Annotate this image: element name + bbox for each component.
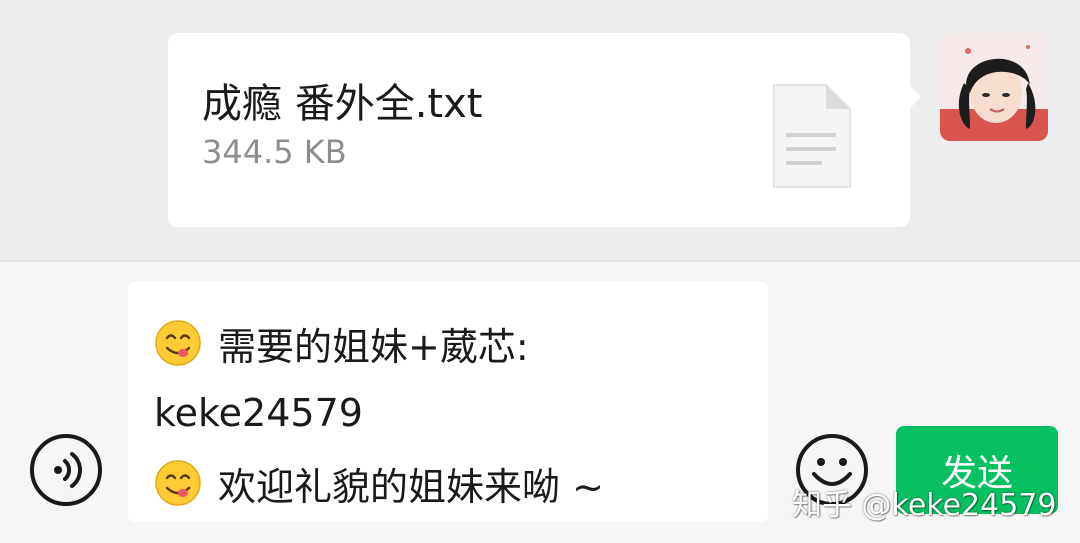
input-line-text: 欢迎礼貌的姐妹来呦 ~: [218, 464, 604, 509]
input-panel: 需要的姐妹+葳芯: keke24579 欢迎礼貌的姐妹来呦 ~ 发送 知乎 @k…: [0, 260, 1080, 543]
input-line: 需要的姐妹+葳芯:: [154, 308, 744, 378]
voice-icon: [54, 452, 82, 488]
avatar[interactable]: [940, 33, 1048, 141]
send-button[interactable]: 发送: [896, 426, 1058, 514]
emoji-icon: [796, 434, 868, 506]
voice-button[interactable]: [30, 434, 102, 506]
file-size: 344.5 KB: [202, 133, 347, 171]
file-name: 成瘾 番外全.txt: [202, 81, 483, 127]
yum-emoji-icon: [155, 320, 201, 366]
input-line-text: keke24579: [154, 391, 363, 435]
message-input[interactable]: 需要的姐妹+葳芯: keke24579 欢迎礼貌的姐妹来呦 ~: [128, 282, 768, 522]
input-line-text: 需要的姐妹+葳芯:: [218, 324, 529, 369]
file-message-bubble[interactable]: 成瘾 番外全.txt 344.5 KB: [168, 33, 921, 227]
yum-emoji-icon: [155, 460, 201, 506]
input-line: keke24579: [154, 378, 744, 448]
avatar-image: [940, 33, 1048, 141]
chat-area: 成瘾 番外全.txt 344.5 KB: [0, 0, 1080, 260]
input-line: 欢迎礼貌的姐妹来呦 ~: [154, 448, 744, 518]
emoji-button[interactable]: [794, 432, 870, 508]
document-icon: [773, 84, 851, 188]
